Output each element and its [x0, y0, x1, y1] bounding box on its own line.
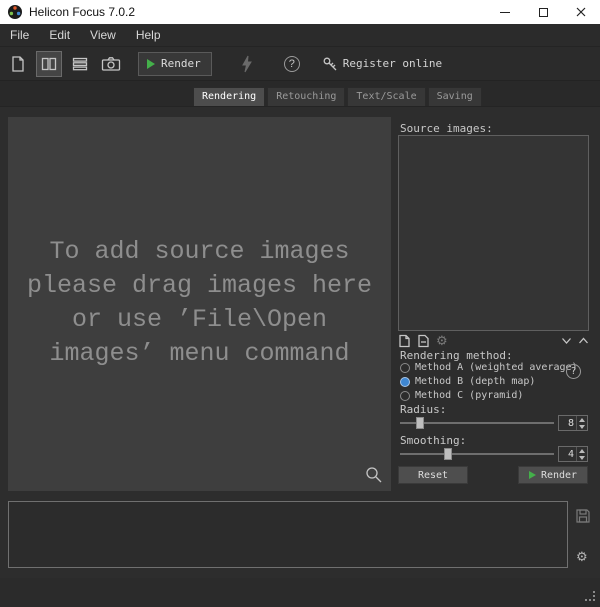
menu-edit[interactable]: Edit [39, 24, 80, 47]
image-viewport[interactable]: To add source images please drag images … [8, 117, 391, 491]
menu-help[interactable]: Help [126, 24, 171, 47]
radius-value: 8 [559, 416, 576, 430]
radius-slider[interactable] [400, 415, 554, 431]
remove-image-icon[interactable] [417, 334, 430, 348]
output-settings-icon[interactable]: ⚙ [576, 551, 588, 564]
tab-text-scale-label: Text/Scale [356, 91, 416, 102]
panel-buttons: Reset Render [398, 466, 589, 484]
minimize-button[interactable] [486, 0, 524, 24]
render-button[interactable]: Render [518, 466, 588, 484]
resize-grip[interactable] [585, 591, 595, 601]
open-images-button[interactable] [5, 51, 31, 77]
radius-increment-button[interactable] [577, 416, 587, 423]
source-list-toolbar: ⚙ [398, 334, 589, 348]
tab-text-scale[interactable]: Text/Scale [347, 87, 425, 106]
source-images-list[interactable] [398, 135, 589, 331]
app-icon [7, 4, 23, 20]
smoothing-spinner: 4 [558, 446, 588, 462]
menubar: File Edit View Help [0, 24, 600, 47]
close-button[interactable] [562, 0, 600, 24]
reset-button[interactable]: Reset [398, 466, 468, 484]
app-window: Helicon Focus 7.0.2 File Edit View Help [0, 0, 600, 607]
list-settings-icon[interactable]: ⚙ [436, 335, 448, 348]
render-button-label: Render [541, 470, 577, 481]
maximize-icon [539, 8, 548, 17]
smoothing-slider-track [400, 453, 554, 455]
window-controls [486, 0, 600, 24]
tab-saving[interactable]: Saving [428, 87, 482, 106]
flash-button[interactable] [234, 51, 260, 77]
rendering-method-label: Rendering method: [400, 349, 513, 362]
tab-strip: Rendering Retouching Text/Scale Saving [193, 87, 482, 106]
radius-row: 8 [400, 415, 588, 431]
method-c-radio-icon [400, 391, 410, 401]
help-icon: ? [289, 58, 295, 70]
window-title: Helicon Focus 7.0.2 [29, 5, 486, 19]
open-images-icon [9, 55, 27, 73]
move-down-icon[interactable] [561, 337, 572, 345]
smoothing-value: 4 [559, 447, 576, 461]
method-a-radio-icon [400, 363, 410, 373]
play-icon [147, 59, 155, 69]
toolbar: Render ? Register online [0, 47, 600, 80]
add-images-icon[interactable] [398, 334, 411, 348]
smoothing-decrement-button[interactable] [577, 454, 587, 461]
toolbar-render-label: Render [161, 57, 201, 70]
method-a-label: Method A (weighted average) [415, 362, 578, 373]
smoothing-slider[interactable] [400, 446, 554, 462]
tab-band: Rendering Retouching Text/Scale Saving [0, 80, 600, 107]
smoothing-row: 4 [400, 446, 588, 462]
method-help-button[interactable]: ? [566, 364, 581, 379]
zoom-icon[interactable] [365, 466, 382, 483]
split-view-icon [40, 55, 58, 73]
tab-rendering[interactable]: Rendering [193, 87, 265, 106]
minimize-icon [500, 12, 510, 13]
camera-icon [101, 55, 121, 73]
source-images-label: Source images: [400, 122, 493, 135]
method-b-option[interactable]: Method B (depth map) [400, 376, 535, 387]
smoothing-increment-button[interactable] [577, 447, 587, 454]
method-c-label: Method C (pyramid) [415, 390, 523, 401]
output-list[interactable] [8, 501, 568, 568]
radius-spin-arrows [576, 416, 587, 430]
register-online-button[interactable]: Register online [322, 56, 442, 72]
tab-retouching-label: Retouching [276, 91, 336, 102]
register-online-label: Register online [343, 57, 442, 70]
tab-saving-label: Saving [437, 91, 473, 102]
view-list-button[interactable] [67, 51, 93, 77]
tab-retouching[interactable]: Retouching [267, 87, 345, 106]
method-a-option[interactable]: Method A (weighted average) [400, 362, 578, 373]
save-icon[interactable] [575, 508, 591, 524]
menu-file[interactable]: File [0, 24, 39, 47]
close-icon [576, 7, 586, 17]
radius-decrement-button[interactable] [577, 423, 587, 430]
toolbar-render-button[interactable]: Render [138, 52, 212, 76]
help-button[interactable]: ? [284, 56, 300, 72]
method-help-icon: ? [570, 366, 576, 377]
titlebar[interactable]: Helicon Focus 7.0.2 [0, 0, 600, 24]
reset-button-label: Reset [418, 470, 448, 481]
lightning-icon [240, 55, 254, 73]
smoothing-slider-handle[interactable] [444, 448, 452, 460]
method-c-option[interactable]: Method C (pyramid) [400, 390, 523, 401]
move-up-icon[interactable] [578, 337, 589, 345]
method-b-label: Method B (depth map) [415, 376, 535, 387]
tab-rendering-label: Rendering [202, 91, 256, 102]
radius-slider-handle[interactable] [416, 417, 424, 429]
list-view-icon [71, 55, 89, 73]
helicon-logo-icon [7, 4, 23, 20]
radius-spinner: 8 [558, 415, 588, 431]
smoothing-spin-arrows [576, 447, 587, 461]
key-icon [322, 56, 338, 72]
maximize-button[interactable] [524, 0, 562, 24]
menu-view[interactable]: View [80, 24, 126, 47]
right-panel: Source images: ⚙ Rendering method: Metho… [396, 117, 592, 491]
render-play-icon [529, 471, 536, 479]
camera-button[interactable] [98, 51, 124, 77]
method-b-radio-icon [400, 377, 410, 387]
statusbar [0, 578, 600, 607]
drop-hint-text: To add source images please drag images … [8, 235, 391, 371]
view-split-button[interactable] [36, 51, 62, 77]
